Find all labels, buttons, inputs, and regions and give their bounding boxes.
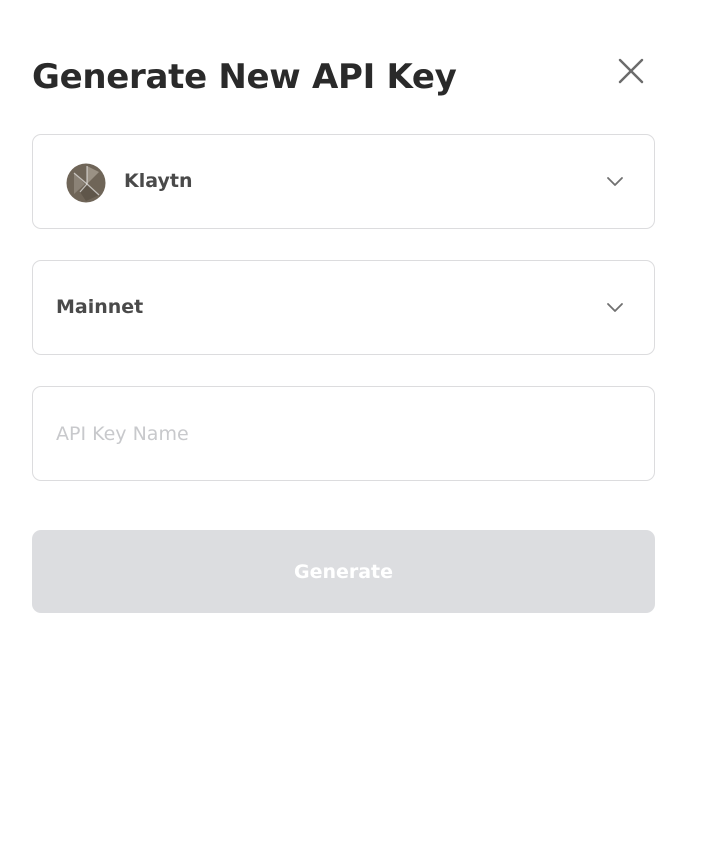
chevron-down-icon: [606, 173, 624, 187]
chain-select-value: Klaytn: [124, 170, 193, 192]
generate-api-key-dialog: Generate New API Key Klaytn Mainnet API …: [0, 0, 702, 861]
chain-select[interactable]: Klaytn: [32, 134, 655, 229]
network-select-value: Mainnet: [56, 296, 144, 318]
close-icon: [616, 56, 646, 90]
generate-button[interactable]: Generate: [32, 530, 655, 613]
close-button[interactable]: [612, 54, 650, 92]
api-key-name-input[interactable]: [33, 387, 654, 480]
chevron-down-icon: [606, 299, 624, 313]
dialog-title: Generate New API Key: [32, 57, 457, 97]
network-select[interactable]: Mainnet: [32, 260, 655, 355]
klaytn-logo-icon: [66, 163, 106, 203]
api-key-name-field: [32, 386, 655, 481]
